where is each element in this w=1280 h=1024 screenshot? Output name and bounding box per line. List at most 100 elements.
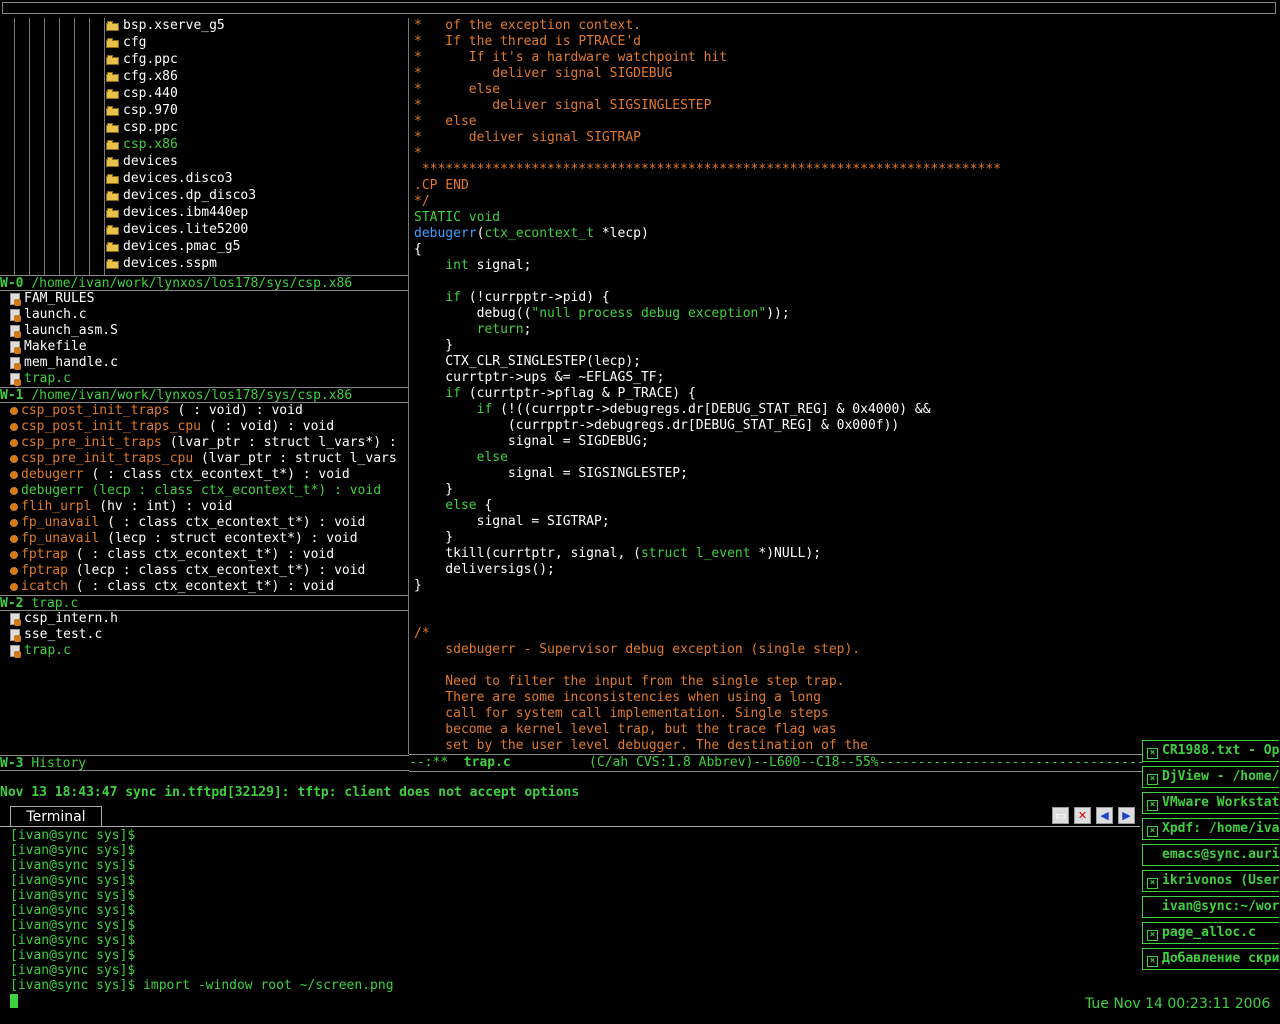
tree-item[interactable]: devices.sspm (106, 256, 217, 272)
function-signature: ( : void) : void (201, 419, 335, 434)
function-icon (10, 582, 18, 591)
file-item[interactable]: launch.c (8, 307, 87, 323)
function-item[interactable]: fp_unavail ( : class ctx_econtext_t*) : … (8, 515, 365, 531)
function-signature: (lecp : class ctx_econtext_t*) : void (83, 483, 382, 498)
tree-item-label: cfg (123, 35, 147, 50)
tree-item[interactable]: csp.970 (106, 103, 178, 119)
file-item[interactable]: launch_asm.S (8, 323, 118, 339)
tree-item[interactable]: devices.dp_disco3 (106, 188, 256, 204)
terminal-prompt: [ivan@sync sys]$ (10, 933, 136, 948)
window-tag: W-2 (0, 596, 24, 611)
function-icon (10, 566, 18, 575)
terminal-line: [ivan@sync sys]$ (10, 918, 1140, 933)
folder-icon (106, 156, 120, 167)
function-item[interactable]: csp_post_init_traps ( : void) : void (8, 403, 303, 419)
function-name: fptrap (21, 563, 68, 578)
file-icon (10, 356, 21, 370)
function-item[interactable]: fptrap ( : class ctx_econtext_t*) : void (8, 547, 334, 563)
taskbar-item[interactable]: emacs@sync.auri (1142, 844, 1279, 866)
source-code[interactable]: * of the exception context. * If the thr… (414, 18, 1280, 754)
tree-item[interactable]: csp.x86 (106, 137, 178, 153)
tree-item-label: csp.ppc (123, 120, 178, 135)
code-editor[interactable]: * of the exception context. * If the thr… (414, 18, 1280, 754)
taskbar-item-label: emacs@sync.auri (1162, 847, 1279, 862)
file-icon (10, 628, 21, 642)
function-item[interactable]: debugerr ( : class ctx_econtext_t*) : vo… (8, 467, 350, 483)
tree-item[interactable]: cfg.ppc (106, 52, 178, 68)
function-item[interactable]: debugerr (lecp : class ctx_econtext_t*) … (8, 483, 381, 499)
terminal-prompt: [ivan@sync sys]$ (10, 873, 136, 888)
tree-item[interactable]: csp.440 (106, 86, 178, 102)
function-item[interactable]: fp_unavail (lecp : struct econtext*) : v… (8, 531, 358, 547)
tree-item[interactable]: cfg (106, 35, 146, 51)
folder-icon (106, 173, 120, 184)
function-signature: (lvar_ptr : struct l_vars*) : (161, 435, 397, 450)
function-item[interactable]: flih_urpl (hv : int) : void (8, 499, 232, 515)
file-item[interactable]: FAM_RULES (8, 291, 94, 307)
window-icon: × (1147, 800, 1158, 811)
file-icon (10, 644, 21, 658)
window-icon: × (1147, 930, 1158, 941)
function-signature: (lecp : class ctx_econtext_t*) : void (67, 563, 366, 578)
prev-tab-icon[interactable]: ◀ (1096, 807, 1113, 824)
tree-item-label: csp.440 (123, 86, 178, 101)
function-name: csp_post_init_traps (21, 403, 170, 418)
tree-item-label: devices.pmac_g5 (123, 239, 241, 254)
tree-item-label: devices.ibm440ep (123, 205, 249, 220)
tree-item[interactable]: bsp.xserve_g5 (106, 18, 225, 34)
terminal-prompt: [ivan@sync sys]$ (10, 828, 136, 843)
tree-item[interactable]: devices.pmac_g5 (106, 239, 240, 255)
taskbar-item-label: ikrivonos (User (1162, 873, 1279, 888)
taskbar-item[interactable]: × DjView - /home/ (1142, 766, 1279, 788)
function-icon (10, 550, 18, 559)
tab-terminal[interactable]: Terminal (10, 806, 102, 827)
window-header-w1: W-1 /home/ivan/work/lynxos/los178/sys/cs… (0, 387, 409, 403)
function-name: fp_unavail (21, 531, 100, 546)
taskbar-item[interactable]: ivan@sync:~/wor (1142, 896, 1279, 918)
function-item[interactable]: csp_pre_init_traps_cpu (lvar_ptr : struc… (8, 451, 397, 467)
history-item[interactable]: csp_intern.h (8, 611, 118, 627)
terminal-line: [ivan@sync sys]$ (10, 873, 1140, 888)
taskbar-item-label: CR1988.txt - Op (1162, 743, 1279, 758)
function-item[interactable]: fptrap (lecp : class ctx_econtext_t*) : … (8, 563, 365, 579)
tree-item[interactable]: devices.ibm440ep (106, 205, 248, 221)
tree-item[interactable]: devices.disco3 (106, 171, 233, 187)
terminal-command: import -window root ~/screen.png (143, 978, 394, 993)
taskbar-item[interactable]: × page_alloc.c (1142, 922, 1279, 944)
terminal-line: [ivan@sync sys]$ (10, 828, 1140, 843)
function-item[interactable]: csp_post_init_traps_cpu ( : void) : void (8, 419, 334, 435)
tree-item[interactable]: devices.lite5200 (106, 222, 248, 238)
taskbar-item-label: ivan@sync:~/wor (1162, 899, 1279, 914)
taskbar-item[interactable]: × Xpdf: /home/iva (1142, 818, 1279, 840)
close-icon[interactable]: ✕ (1074, 807, 1091, 824)
history-item[interactable]: trap.c (8, 643, 71, 659)
tree-item-label: cfg.ppc (123, 52, 178, 67)
tree-item[interactable]: cfg.x86 (106, 69, 178, 85)
terminal-output[interactable]: [ivan@sync sys]$ [ivan@sync sys]$ [ivan@sy… (10, 828, 1140, 1013)
function-icon (10, 406, 18, 415)
function-item[interactable]: icatch ( : class ctx_econtext_t*) : void (8, 579, 334, 595)
taskbar-item-label: page_alloc.c (1162, 925, 1256, 940)
window-path: /home/ivan/work/lynxos/los178/sys/csp.x8… (31, 388, 353, 403)
taskbar-item[interactable]: × VMware Workstat (1142, 792, 1279, 814)
tree-item[interactable]: devices (106, 154, 178, 170)
function-name: debugerr (21, 483, 84, 498)
taskbar-item[interactable]: × CR1988.txt - Op (1142, 740, 1279, 762)
taskbar-item[interactable]: × Добавление скри (1142, 948, 1279, 970)
function-item[interactable]: csp_pre_init_traps (lvar_ptr : struct l_… (8, 435, 397, 451)
tree-item[interactable]: csp.ppc (106, 120, 178, 136)
taskbar-item[interactable]: × ikrivonos (User (1142, 870, 1279, 892)
history-item[interactable]: sse_test.c (8, 627, 102, 643)
file-item[interactable]: mem_handle.c (8, 355, 118, 371)
next-tab-icon[interactable]: ▶ (1118, 807, 1135, 824)
window-tag: W-1 (0, 388, 24, 403)
file-item[interactable]: trap.c (8, 371, 71, 387)
new-tab-icon[interactable]: ▭ (1052, 807, 1069, 824)
file-label: Makefile (24, 339, 87, 354)
window-icon: × (1147, 748, 1158, 759)
taskbar-item-label: DjView - /home/ (1162, 769, 1279, 784)
file-item[interactable]: Makefile (8, 339, 87, 355)
function-name: csp_pre_init_traps_cpu (21, 451, 194, 466)
function-signature: ( : void) : void (169, 403, 303, 418)
window-header-w0: W-0 /home/ivan/work/lynxos/los178/sys/cs… (0, 275, 409, 291)
